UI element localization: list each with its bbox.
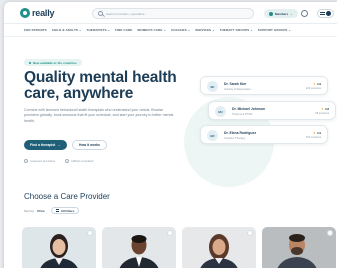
- logo-mark-icon: [20, 8, 30, 18]
- nav-item-for-patients[interactable]: FOR PATIENTS: [24, 28, 47, 32]
- how-it-works-button[interactable]: How it works: [72, 140, 107, 150]
- all-filters-label: All Filters: [60, 208, 75, 213]
- provider-photo[interactable]: [22, 227, 96, 268]
- provider-preview-card[interactable]: SK Dr. Sarah Kim Anxiety & Depression ★ …: [200, 76, 328, 95]
- shield-icon: [24, 159, 28, 163]
- trust-label: Licensed providers: [30, 159, 56, 163]
- rating-value: 4.9: [316, 131, 321, 135]
- availability-badge: Now available in 40+ countries: [24, 59, 82, 66]
- members-button[interactable]: Members ⌄: [264, 9, 298, 18]
- favorite-icon[interactable]: [247, 230, 253, 236]
- provider-preview-card[interactable]: ER Dr. Elena Rodriguez Couples Therapy ★…: [200, 125, 328, 144]
- star-icon: ★: [313, 131, 316, 135]
- favorite-icon[interactable]: [87, 230, 93, 236]
- search-input[interactable]: Search providers, specialties...: [92, 8, 254, 19]
- provider-avatar: SK: [207, 81, 218, 92]
- provider-name: Dr. Sarah Kim: [224, 82, 247, 86]
- provider-sessions: 150 sessions: [305, 136, 321, 139]
- trust-indicators: Licensed providers HIPAA compliant: [24, 159, 93, 163]
- globe-icon[interactable]: [301, 10, 308, 17]
- provider-rating: ★ 4.9: [313, 131, 321, 135]
- provider-name: Dr. Michael Johnson: [232, 107, 265, 111]
- member-dot-icon: [269, 11, 273, 16]
- provider-rating: ★ 4.9: [313, 82, 321, 86]
- trust-item: Licensed providers: [24, 159, 55, 163]
- provider-preview-card[interactable]: MJ Dr. Michael Johnson Trauma & PTSD ★ 4…: [208, 101, 336, 120]
- provider-photo[interactable]: [102, 227, 176, 268]
- provider-specialty: Anxiety & Depression: [224, 87, 251, 91]
- hero-title: Quality mental health care, anywhere: [24, 69, 177, 102]
- favorite-icon[interactable]: [327, 230, 333, 236]
- nav-item-child-adults[interactable]: CHILD & ADULTS ⌄: [52, 28, 82, 32]
- chevron-down-icon: ⌄: [290, 11, 293, 16]
- star-icon: ★: [313, 82, 316, 86]
- badge-dot-icon: [29, 61, 31, 64]
- rating-value: 4.9: [316, 82, 321, 86]
- find-therapist-label: Find a therapist: [30, 143, 56, 147]
- account-menu-button[interactable]: [317, 9, 334, 18]
- nav-divider: [4, 36, 337, 37]
- nav-item-services[interactable]: SERVICES ⌄: [195, 28, 214, 32]
- search-placeholder: Search providers, specialties...: [106, 11, 147, 16]
- provider-sessions: 98 sessions: [315, 112, 329, 115]
- trust-label: HIPAA compliant: [71, 159, 94, 163]
- provider-specialty: Couples Therapy: [224, 136, 246, 140]
- provider-photo-image: [182, 227, 256, 268]
- filter-icon: [55, 209, 59, 212]
- menu-icon: [320, 12, 325, 15]
- sort-row: Sort by: Price All Filters: [24, 207, 80, 214]
- provider-photo[interactable]: [182, 227, 256, 268]
- logo-text: really: [32, 8, 55, 18]
- lock-icon: [65, 159, 70, 163]
- arrow-right-icon: →: [57, 143, 61, 147]
- provider-sessions: 120 sessions: [305, 87, 321, 90]
- provider-photo-image: [102, 227, 176, 268]
- trust-item: HIPAA compliant: [65, 159, 93, 163]
- star-icon: ★: [321, 107, 324, 111]
- provider-photo[interactable]: [262, 227, 336, 268]
- search-icon: [98, 11, 103, 16]
- main-nav: FOR PATIENTS CHILD & ADULTS ⌄ THERAPISTS…: [24, 28, 291, 32]
- sort-dropdown[interactable]: Price: [37, 209, 44, 213]
- sort-label: Sort by:: [24, 208, 35, 213]
- nav-item-coaches[interactable]: COACHES ⌄: [171, 28, 190, 32]
- logo[interactable]: really: [20, 8, 55, 18]
- nav-item-support-groups[interactable]: SUPPORT GROUPS ⌄: [258, 28, 291, 32]
- nav-item-womens-care[interactable]: WOMEN'S CARE ⌄: [137, 28, 166, 32]
- section-title: Choose a Care Provider: [24, 192, 110, 201]
- provider-specialty: Trauma & PTSD: [232, 112, 253, 116]
- top-bar: really Search providers, specialties... …: [4, 2, 337, 24]
- browser-page: really Search providers, specialties... …: [4, 2, 337, 268]
- provider-avatar: ER: [207, 130, 218, 141]
- nav-item-therapy-groups[interactable]: THERAPY GROUPS ⌄: [220, 28, 253, 32]
- members-label: Members: [275, 11, 289, 16]
- provider-avatar: MJ: [215, 106, 226, 117]
- find-therapist-button[interactable]: Find a therapist →: [24, 140, 67, 150]
- provider-photo-image: [262, 227, 336, 268]
- nav-item-therapists[interactable]: THERAPISTS ⌄: [87, 28, 111, 32]
- provider-name: Dr. Elena Rodriguez: [224, 131, 257, 135]
- provider-rating: ★ 4.8: [321, 107, 329, 111]
- hero-description: Connect with licensed behavioral health …: [24, 108, 174, 123]
- nav-item-find-care[interactable]: FIND CARE: [115, 28, 132, 32]
- badge-text: Now available in 40+ countries: [33, 60, 77, 65]
- avatar: [326, 11, 331, 16]
- provider-photo-image: [22, 227, 96, 268]
- how-it-works-label: How it works: [79, 143, 100, 147]
- rating-value: 4.8: [324, 107, 329, 111]
- favorite-icon[interactable]: [167, 230, 173, 236]
- all-filters-button[interactable]: All Filters: [50, 207, 80, 214]
